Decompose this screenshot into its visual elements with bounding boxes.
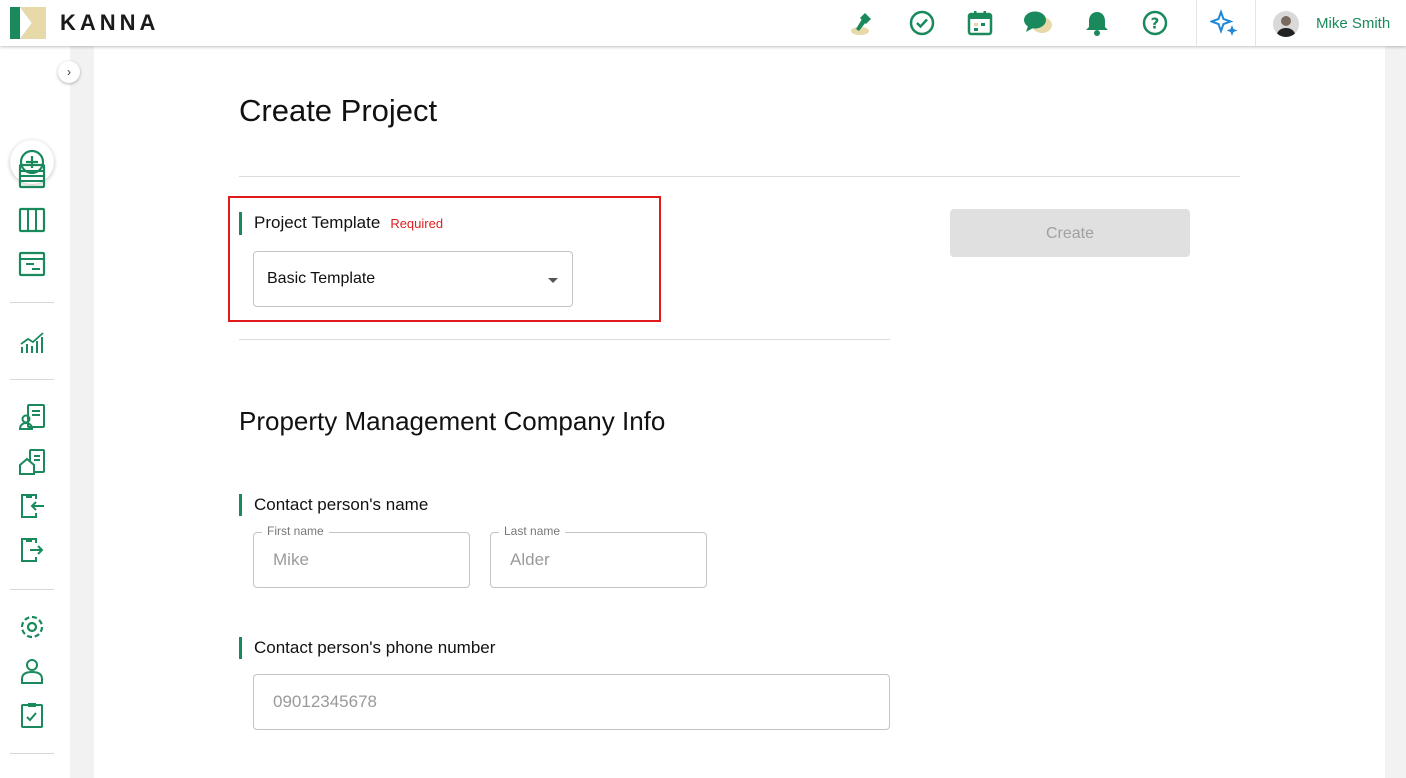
list-icon[interactable] <box>14 158 50 194</box>
sparkle-icon[interactable] <box>1210 8 1240 38</box>
analytics-icon[interactable] <box>14 324 50 360</box>
settings-icon[interactable] <box>14 609 50 645</box>
export-icon[interactable] <box>14 532 50 568</box>
svg-text:?: ? <box>1151 15 1160 33</box>
sidebar-divider <box>10 302 54 303</box>
board-icon[interactable] <box>14 202 50 238</box>
logo-text: KANNA <box>60 10 160 35</box>
last-name-label: Last name <box>499 524 566 538</box>
contact-name-label: Contact person's name <box>239 494 428 516</box>
gantt-icon[interactable] <box>14 246 50 282</box>
avatar[interactable] <box>1273 11 1299 37</box>
client-icon[interactable] <box>14 399 50 435</box>
user-icon[interactable] <box>14 653 50 689</box>
header-divider <box>1196 0 1197 46</box>
checklist-icon[interactable] <box>14 697 50 733</box>
sidebar-divider <box>10 589 54 590</box>
contact-phone-label: Contact person's phone number <box>239 637 495 659</box>
project-template-select[interactable]: Basic Template <box>253 251 573 307</box>
user-name[interactable]: Mike Smith <box>1316 15 1390 32</box>
first-name-input[interactable]: Mike <box>253 532 470 588</box>
stamp-icon[interactable] <box>848 8 878 38</box>
caret-down-icon <box>548 278 558 283</box>
sidebar-divider <box>10 379 54 380</box>
check-circle-icon[interactable] <box>907 8 937 38</box>
calendar-icon[interactable] <box>965 8 995 38</box>
last-name-input[interactable]: Alder <box>490 532 707 588</box>
create-button[interactable]: Create <box>950 209 1190 257</box>
title-divider <box>239 176 1240 177</box>
chat-icon[interactable] <box>1023 8 1053 38</box>
section-divider <box>239 339 890 340</box>
header-divider <box>1255 0 1256 46</box>
project-template-label-text: Project Template <box>254 213 381 232</box>
project-template-label: Project Template Required <box>239 212 443 235</box>
page-title: Create Project <box>239 93 438 128</box>
required-badge: Required <box>390 216 444 231</box>
phone-input[interactable]: 09012345678 <box>253 674 890 730</box>
sidebar-divider <box>10 753 54 754</box>
property-icon[interactable] <box>14 444 50 480</box>
import-icon[interactable] <box>14 488 50 524</box>
kanna-logo[interactable] <box>10 7 46 39</box>
first-name-label: First name <box>262 524 329 538</box>
top-header: KANNA ? Mike Smith <box>0 0 1406 46</box>
sidebar <box>0 46 70 778</box>
project-template-value: Basic Template <box>267 270 376 287</box>
bell-icon[interactable] <box>1082 8 1112 38</box>
sidebar-expand-button[interactable]: › <box>58 61 80 83</box>
section-title: Property Management Company Info <box>239 406 666 436</box>
help-icon[interactable]: ? <box>1140 8 1170 38</box>
